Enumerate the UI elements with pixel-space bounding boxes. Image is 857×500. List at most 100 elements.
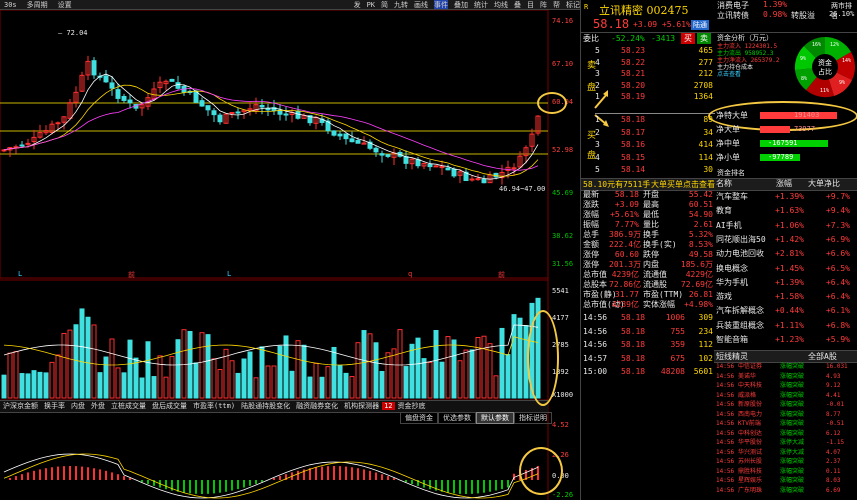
toolbar-item[interactable]: 统计 (474, 0, 488, 9)
buy-level-row[interactable]: 4 58.15 114 (595, 152, 715, 163)
news-row[interactable]: 14:56 威派格 涨幅突破 4.41 (714, 391, 857, 400)
indicator-tab[interactable]: 资金抄底 (395, 401, 429, 411)
toolbar-item[interactable]: 九转 (394, 0, 408, 9)
period-selector[interactable]: 30s (2, 1, 19, 9)
related-bond[interactable]: 立讯转债 (717, 10, 749, 21)
toolbar-item[interactable]: 标记 (566, 0, 580, 9)
sector-row[interactable]: 华为手机 +1.39% +6.4% (714, 277, 857, 288)
news-row[interactable]: 14:56 星辉娱乐 涨幅突破 8.03 (714, 476, 857, 485)
volume-bar (355, 342, 361, 399)
stat-row: 振幅 7.77% 量比 2.61 (583, 220, 713, 229)
sell-level-row[interactable]: 3 58.21 212 (595, 68, 715, 79)
buy-level-row[interactable]: 5 58.14 30 (595, 164, 715, 175)
volume-bar (67, 329, 73, 399)
news-row[interactable]: 14:56 KTV前端 涨幅突破 -0.51 (714, 419, 857, 428)
toolbar-item[interactable]: 画线 (414, 0, 428, 9)
pie-center-label: 占比 (818, 67, 832, 76)
candle-body (469, 178, 475, 181)
candle-body (343, 133, 349, 140)
sector-row[interactable]: 游戏 +1.58% +6.4% (714, 291, 857, 302)
news-row[interactable]: 14:56 中信证券 涨幅突破 16.031 (714, 362, 857, 371)
sector-row[interactable]: 汽车整车 +1.39% +9.7% (714, 191, 857, 202)
event-marker[interactable]: q (408, 270, 412, 278)
price-change: +3.09 +5.61% (633, 20, 691, 29)
sell-button[interactable]: 卖 (697, 33, 711, 44)
event-marker[interactable]: L (18, 270, 22, 278)
param-tab[interactable]: 优选参数 (438, 412, 476, 424)
news-row[interactable]: 14:56 鼎胜科技 涨幅突破 0.11 (714, 467, 857, 476)
toolbar-item[interactable]: 简 (381, 0, 388, 9)
sector-row[interactable]: AI手机 +1.06% +7.3% (714, 220, 857, 231)
indicator-tab[interactable]: 立桩成交量 (108, 401, 149, 411)
param-tab[interactable]: 指标说明 (514, 412, 552, 424)
indicator-tab[interactable]: 内盘 (68, 401, 88, 411)
toolbar-item[interactable]: 阵 (540, 0, 547, 9)
toolbar-settings[interactable]: 设置 (56, 0, 74, 9)
news-row[interactable]: 14:56 华兴测试 涨停大减 4.07 (714, 448, 857, 457)
last-price: 58.18 (593, 17, 630, 31)
sector-row[interactable]: 汽车拆解概念 +0.44% +6.1% (714, 305, 857, 316)
sell-level-row[interactable]: 5 58.23 465 (595, 45, 715, 56)
indicator-tab[interactable]: 融资融券变化 (293, 401, 341, 411)
indicator-tab[interactable]: 陆股通持股变化 (238, 401, 293, 411)
candle-body (355, 140, 361, 144)
toolbar-item[interactable]: 叠 (514, 0, 521, 9)
news-row[interactable]: 14:56 美诺华 涨幅突破 4.93 (714, 372, 857, 381)
indicator-tab[interactable]: 市盈率(ttm) (190, 401, 238, 411)
premium-value: 26.10% (829, 10, 855, 18)
tick-row: 14:56 58.18 359 112 (583, 340, 713, 349)
volume-bar (43, 372, 49, 399)
toolbar-item[interactable]: 帮 (553, 0, 560, 9)
indicator-tab[interactable]: 换手率 (41, 401, 68, 411)
param-tab[interactable]: 偏盘资金 (400, 412, 438, 424)
news-row[interactable]: 14:56 广东明珠 涨幅突破 6.69 (714, 486, 857, 495)
toolbar-item[interactable]: 目 (527, 0, 534, 9)
toolbar-item[interactable]: PK (367, 1, 375, 9)
toolbar-item[interactable]: 均线 (494, 0, 508, 9)
indicator-tab-badge: 12 (382, 402, 395, 410)
sector-row[interactable]: 同花顺出海50 +1.42% +6.9% (714, 234, 857, 245)
buy-level-row[interactable]: 3 58.16 414 (595, 139, 715, 150)
news-row[interactable]: 14:56 中天科技 涨幅突破 9.12 (714, 381, 857, 390)
sector-row[interactable]: 兵装重组概念 +1.11% +6.8% (714, 320, 857, 331)
indicator-tab[interactable]: 外盘 (88, 401, 108, 411)
volume-bar (37, 371, 43, 399)
toolbar-item[interactable]: 事件 (434, 0, 448, 9)
sector-row[interactable]: 换电概念 +1.45% +6.5% (714, 263, 857, 274)
sector-row[interactable]: 教育 +1.63% +9.4% (714, 205, 857, 216)
sector-row[interactable]: 智能音箱 +1.23% +5.9% (714, 334, 857, 345)
toolbar-item[interactable]: 发 (354, 0, 361, 9)
param-tab[interactable]: 默认参数 (476, 412, 514, 424)
event-marker[interactable]: 前 (498, 270, 505, 280)
indicator-tab[interactable]: 沪深京金额 (0, 401, 41, 411)
sell-level-row[interactable]: 2 58.20 2708 (595, 80, 715, 91)
fund-pie-chart[interactable]: 资金 占比 12% 14% 9% 11% 8% 9% 16% (794, 36, 856, 98)
volume-bar (211, 358, 217, 399)
volume-bar (517, 317, 523, 399)
buy-level-row[interactable]: 1 58.18 89 (595, 114, 715, 125)
volume-bar (235, 372, 241, 399)
event-marker[interactable]: 前 (128, 270, 135, 280)
price-axis-label: 45.69 (552, 189, 574, 197)
kline-chart[interactable] (0, 10, 580, 500)
indicator-tab[interactable]: 盘后成交量 (149, 401, 190, 411)
buy-button[interactable]: 买 (681, 33, 695, 44)
buy-level-row[interactable]: 2 58.17 34 (595, 127, 715, 138)
volume-bar (7, 352, 13, 399)
market-filter[interactable]: 全部A股 (808, 351, 837, 362)
news-row[interactable]: 14:56 西南电力 涨幅突破 8.77 (714, 410, 857, 419)
indicator-tab[interactable]: 机构探测器 (341, 401, 382, 411)
volume-bar (271, 365, 277, 399)
sector-row[interactable]: 动力电池回收 +2.81% +6.6% (714, 248, 857, 259)
sell-level-row[interactable]: 1 58.19 1364 (595, 91, 715, 102)
candle-body (349, 138, 355, 143)
news-row[interactable]: 14:56 新原股份 涨幅突破 -0.01 (714, 400, 857, 409)
big-order-link[interactable]: 大单买单点击查看 (651, 179, 715, 190)
sell-level-row[interactable]: 4 58.22 277 (595, 57, 715, 68)
news-row[interactable]: 14:56 华平股份 涨停大减 -1.15 (714, 438, 857, 447)
news-row[interactable]: 14:56 苏州长股 涨幅突破 2.37 (714, 457, 857, 466)
toolbar-item[interactable]: 叠加 (454, 0, 468, 9)
news-row[interactable]: 14:56 中科创达 涨幅突破 6.12 (714, 429, 857, 438)
event-marker[interactable]: L (227, 270, 231, 278)
toolbar-multi-period[interactable]: 多周期 (25, 0, 50, 9)
